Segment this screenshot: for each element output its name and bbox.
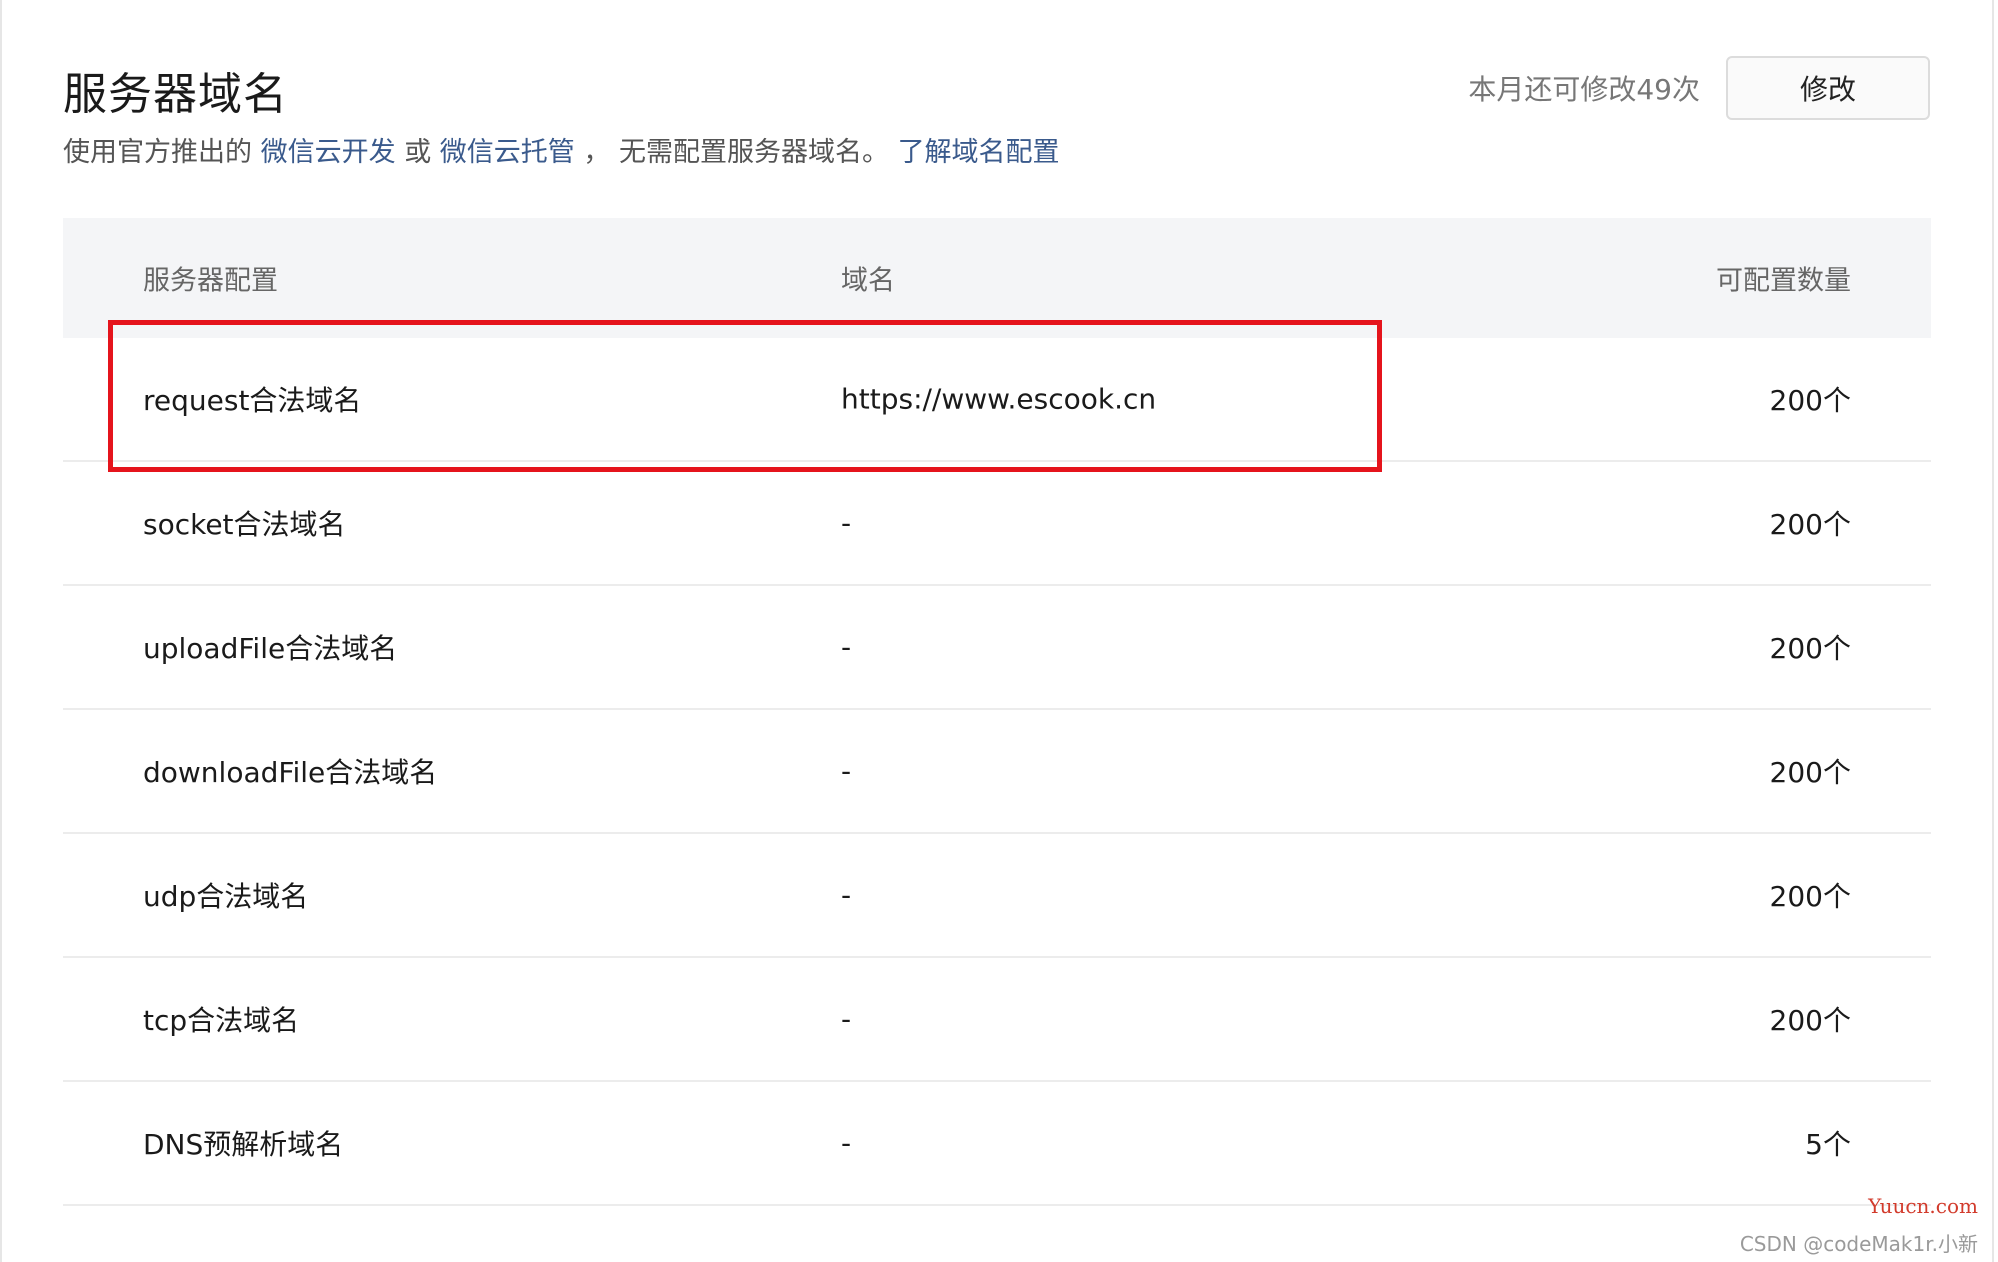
page-title: 服务器域名 — [63, 69, 288, 120]
row-domain: - — [841, 754, 852, 788]
table-row: uploadFile合法域名 - 200个 — [63, 586, 1931, 710]
row-domain: - — [841, 1126, 852, 1160]
row-type: downloadFile合法域名 — [143, 756, 438, 789]
table-row: socket合法域名 - 200个 — [63, 462, 1931, 586]
row-domain: - — [841, 878, 852, 912]
row-type: udp合法域名 — [143, 880, 309, 913]
row-type: DNS预解析域名 — [143, 1128, 344, 1161]
row-limit: 200个 — [1769, 880, 1851, 913]
annotation-highlight-box — [108, 320, 1382, 472]
column-header-domain: 域名 — [841, 265, 895, 297]
row-limit: 200个 — [1769, 632, 1851, 665]
site-watermark: Yuucn.com — [1868, 1194, 1978, 1218]
domain-settings-panel: 服务器域名 使用官方推出的 微信云开发 或 微信云托管 ， 无需配置服务器域名。… — [0, 0, 1994, 1262]
table-row: DNS预解析域名 - 5个 — [63, 1082, 1931, 1206]
cloud-hosting-link[interactable]: 微信云托管 — [440, 137, 575, 168]
column-header-server-config: 服务器配置 — [143, 265, 278, 297]
page-subtitle: 使用官方推出的 微信云开发 或 微信云托管 ， 无需配置服务器域名。 了解域名配… — [63, 130, 1060, 169]
modify-quota-text: 本月还可修改49次 — [1468, 73, 1700, 106]
table-row: downloadFile合法域名 - 200个 — [63, 710, 1931, 834]
subtitle-prefix: 使用官方推出的 — [63, 137, 252, 168]
row-limit: 200个 — [1769, 508, 1851, 541]
subtitle-or: 或 — [404, 137, 432, 168]
row-domain: - — [841, 506, 852, 540]
row-domain: - — [841, 630, 852, 664]
row-limit: 200个 — [1769, 1004, 1851, 1037]
row-limit: 200个 — [1769, 756, 1851, 789]
learn-domain-config-link[interactable]: 了解域名配置 — [898, 137, 1060, 168]
row-limit: 5个 — [1805, 1128, 1851, 1161]
row-type: uploadFile合法域名 — [143, 632, 398, 665]
row-limit: 200个 — [1769, 384, 1851, 417]
author-watermark: CSDN @codeMak1r.小新 — [1739, 1232, 1978, 1256]
edit-button[interactable]: 修改 — [1726, 56, 1930, 120]
column-header-limit: 可配置数量 — [1716, 265, 1851, 297]
row-domain: - — [841, 1002, 852, 1036]
row-type: tcp合法域名 — [143, 1004, 300, 1037]
table-row: tcp合法域名 - 200个 — [63, 958, 1931, 1082]
subtitle-suffix: ， 无需配置服务器域名。 — [583, 137, 889, 168]
row-type: socket合法域名 — [143, 508, 346, 541]
table-row: udp合法域名 - 200个 — [63, 834, 1931, 958]
cloud-dev-link[interactable]: 微信云开发 — [261, 137, 396, 168]
